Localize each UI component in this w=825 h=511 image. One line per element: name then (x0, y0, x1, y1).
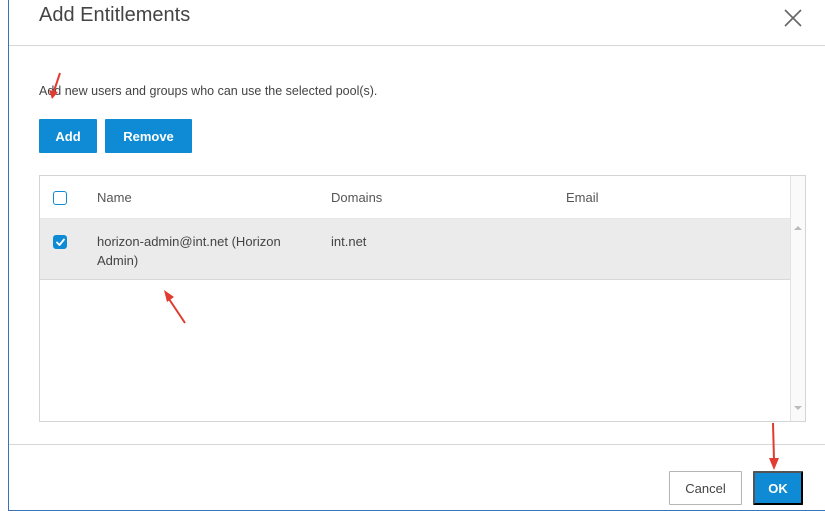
close-icon (784, 9, 802, 27)
grid-header: Name Domains Email (40, 176, 790, 219)
annotation-arrow-icon (164, 290, 186, 324)
row-name-cell: horizon-admin@int.net (Horizon Admin) (97, 232, 281, 270)
dialog-title: Add Entitlements (39, 4, 191, 26)
ok-button[interactable]: OK (753, 471, 803, 505)
table-row[interactable]: horizon-admin@int.net (Horizon Admin) in… (40, 219, 790, 280)
column-header-name[interactable]: Name (97, 190, 132, 205)
add-button[interactable]: Add (39, 119, 97, 153)
scroll-down-icon[interactable] (794, 405, 802, 411)
row-name-line2: Admin) (97, 253, 139, 268)
scroll-up-icon[interactable] (794, 225, 802, 231)
add-entitlements-dialog: Add Entitlements Add new users and group… (8, 0, 825, 511)
select-all-checkbox[interactable] (53, 191, 67, 205)
column-header-domains[interactable]: Domains (331, 190, 382, 205)
row-name-line1: horizon-admin@int.net (Horizon (97, 234, 281, 249)
footer-divider (9, 444, 825, 445)
row-checkbox[interactable] (53, 235, 67, 249)
row-domain-cell: int.net (331, 234, 367, 249)
annotation-arrow-icon (769, 422, 779, 470)
dialog-description: Add new users and groups who can use the… (39, 84, 378, 98)
close-button[interactable] (777, 2, 809, 34)
checkmark-icon (56, 238, 65, 246)
annotation-arrow-icon (49, 72, 61, 99)
remove-button[interactable]: Remove (105, 119, 192, 153)
cancel-button[interactable]: Cancel (669, 471, 742, 505)
header-divider (9, 45, 825, 46)
column-header-email[interactable]: Email (566, 190, 599, 205)
entitlements-grid: Name Domains Email horizon-admin@int.net… (39, 175, 806, 422)
grid-scrollbar[interactable] (790, 176, 805, 421)
